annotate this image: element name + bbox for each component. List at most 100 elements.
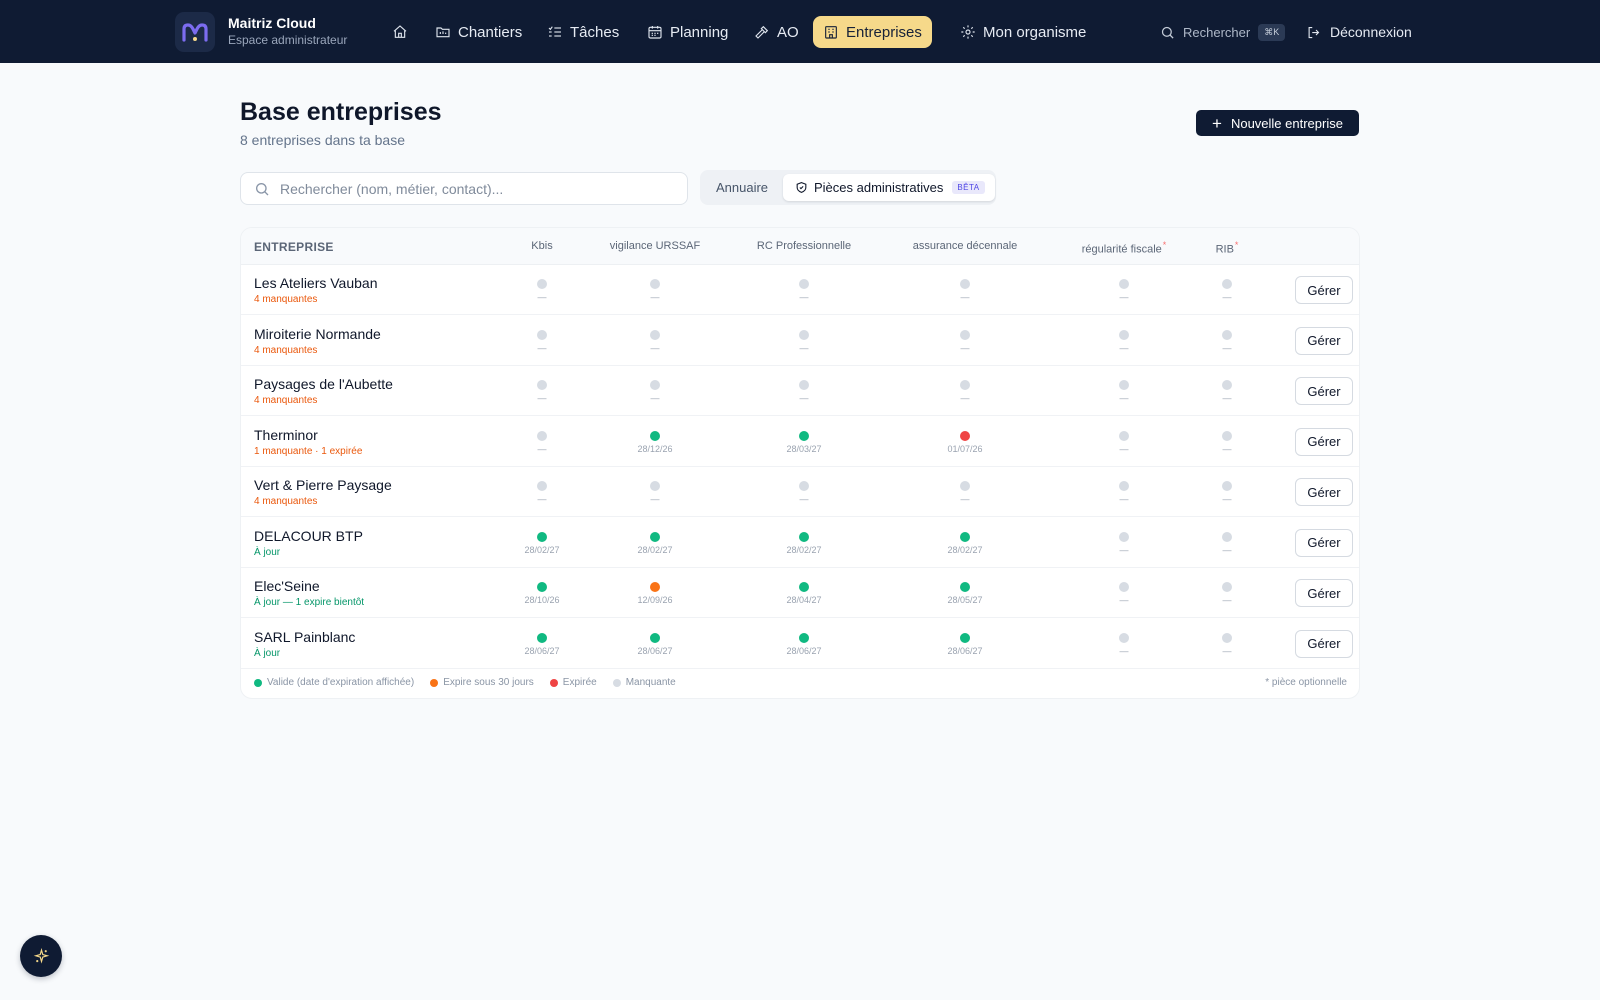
expiry-date: 01/07/26	[947, 443, 983, 454]
status-dot-missing	[650, 329, 660, 340]
company-search-input[interactable]	[280, 180, 660, 197]
brand-logo[interactable]	[175, 12, 215, 52]
hammer-icon	[755, 25, 769, 39]
document-cell: 28/02/27	[502, 531, 582, 555]
nav-planning[interactable]: Planning	[637, 16, 738, 48]
missing-placeholder: —	[537, 494, 547, 504]
logout-icon	[1308, 26, 1320, 38]
missing-placeholder: —	[650, 342, 660, 353]
company-status: À jour	[254, 546, 281, 558]
status-dot-missing	[960, 279, 970, 289]
assistant-fab[interactable]	[20, 935, 62, 977]
nav-entreprises[interactable]: Entreprises	[813, 16, 932, 48]
status-dot-valid	[960, 632, 970, 643]
column-header: régularité fiscale*	[1082, 240, 1167, 256]
nav-home[interactable]	[382, 16, 418, 48]
missing-placeholder: —	[799, 342, 809, 353]
logout-button[interactable]: Déconnexion	[1306, 19, 1412, 45]
status-dot-valid	[960, 531, 970, 542]
document-cell: 28/02/27	[764, 531, 844, 555]
top-navbar: Maitriz Cloud Espace administrateur Chan…	[0, 0, 1600, 63]
document-cell: —	[1187, 531, 1267, 555]
missing-placeholder: —	[1119, 645, 1129, 656]
manage-button[interactable]: Gérer	[1295, 579, 1353, 607]
missing-placeholder: —	[1222, 645, 1232, 656]
column-header-label: RC Professionnelle	[756, 240, 852, 252]
nav-ao-label: AO	[777, 23, 799, 41]
tab-pieces-label: Pièces administratives	[814, 180, 944, 195]
company-name: Therminor	[254, 426, 318, 443]
new-company-label: Nouvelle entreprise	[1230, 115, 1343, 131]
table-row: Miroiterie Normande 4 manquantes — — — — — — Gér…	[241, 316, 1359, 366]
manage-button[interactable]: Gérer	[1295, 528, 1353, 557]
manage-button[interactable]: Gérer	[1295, 629, 1353, 658]
missing-placeholder: —	[1222, 342, 1232, 353]
table-row: Paysages de l'Aubette 4 manquantes — — — — — — G…	[241, 366, 1359, 416]
legend-label: Expirée	[562, 677, 597, 688]
folder-icon	[436, 27, 450, 38]
tab-pieces-administratives[interactable]: Pièces administratives BÊTA	[783, 174, 995, 201]
document-cell: 28/02/27	[615, 531, 695, 555]
missing-placeholder: —	[650, 292, 660, 302]
shield-icon	[796, 182, 807, 193]
document-cell: 28/12/26	[615, 430, 695, 454]
column-header: vigilance URSSAF	[610, 240, 700, 252]
table-row: DELACOUR BTP À jour 28/02/27 28/02/27 28/02/…	[241, 518, 1359, 568]
status-dot-expiring	[650, 582, 660, 592]
legend-item: Expire sous 30 jours	[430, 677, 534, 688]
new-company-button[interactable]: + Nouvelle entreprise	[1196, 110, 1359, 136]
status-dot-missing	[799, 329, 809, 340]
document-cell: 01/07/26	[925, 430, 1005, 454]
status-dot-missing	[799, 279, 809, 289]
manage-button[interactable]: Gérer	[1295, 478, 1353, 506]
optional-marker: *	[1162, 240, 1167, 250]
expiry-date: 28/06/27	[637, 645, 673, 656]
legend-item: Valide (date d'expiration affichée)	[254, 677, 414, 688]
document-cell: —	[1084, 582, 1164, 605]
missing-placeholder: —	[650, 494, 660, 504]
status-dot-missing	[960, 481, 970, 491]
status-dot-missing	[1222, 430, 1232, 441]
document-cell: —	[1187, 481, 1267, 504]
column-header: assurance décennale	[913, 240, 1018, 252]
nav-chantiers[interactable]: Chantiers	[425, 16, 532, 48]
nav-mon-organisme[interactable]: Mon organisme	[950, 16, 1096, 48]
document-cell: —	[502, 430, 582, 454]
column-header-entreprise: ENTREPRISE	[254, 240, 334, 254]
company-status: À jour — 1 expire bientôt	[254, 597, 365, 608]
manage-button[interactable]: Gérer	[1295, 276, 1353, 304]
status-dot-valid	[799, 582, 809, 592]
plus-icon: +	[1212, 113, 1222, 133]
missing-placeholder: —	[1222, 494, 1232, 504]
missing-placeholder: —	[1222, 393, 1232, 403]
status-dot-valid	[650, 632, 660, 643]
missing-placeholder: —	[537, 292, 547, 302]
logout-label: Déconnexion	[1330, 24, 1412, 40]
status-dot-missing	[1222, 329, 1232, 340]
manage-button[interactable]: Gérer	[1295, 377, 1353, 405]
nav-taches[interactable]: Tâches	[537, 16, 629, 48]
status-dot-missing	[799, 481, 809, 491]
legend-label: Expire sous 30 jours	[443, 677, 534, 688]
document-cell: —	[615, 279, 695, 302]
table-row: Les Ateliers Vauban 4 manquantes — — — — — — Gér…	[241, 265, 1359, 315]
status-dot-missing	[1222, 531, 1232, 542]
company-name: SARL Painblanc	[254, 628, 356, 645]
global-search-button[interactable]: Rechercher ⌘K	[1160, 19, 1286, 45]
page-title: Base entreprises	[240, 98, 442, 126]
status-dot-missing	[1119, 531, 1129, 542]
company-status: 1 manquante · 1 expirée	[254, 445, 363, 457]
status-dot-missing	[1222, 380, 1232, 390]
nav-ao[interactable]: AO	[744, 16, 809, 48]
search-icon	[255, 182, 269, 195]
missing-placeholder: —	[1119, 494, 1129, 504]
document-cell: 28/06/27	[615, 632, 695, 656]
document-cell: —	[925, 481, 1005, 504]
legend-dot	[430, 678, 439, 687]
manage-button[interactable]: Gérer	[1295, 427, 1353, 456]
missing-placeholder: —	[960, 494, 970, 504]
tab-annuaire[interactable]: Annuaire	[710, 174, 774, 201]
status-dot-missing	[1222, 279, 1232, 289]
document-cell: —	[502, 329, 582, 353]
manage-button[interactable]: Gérer	[1295, 326, 1353, 355]
